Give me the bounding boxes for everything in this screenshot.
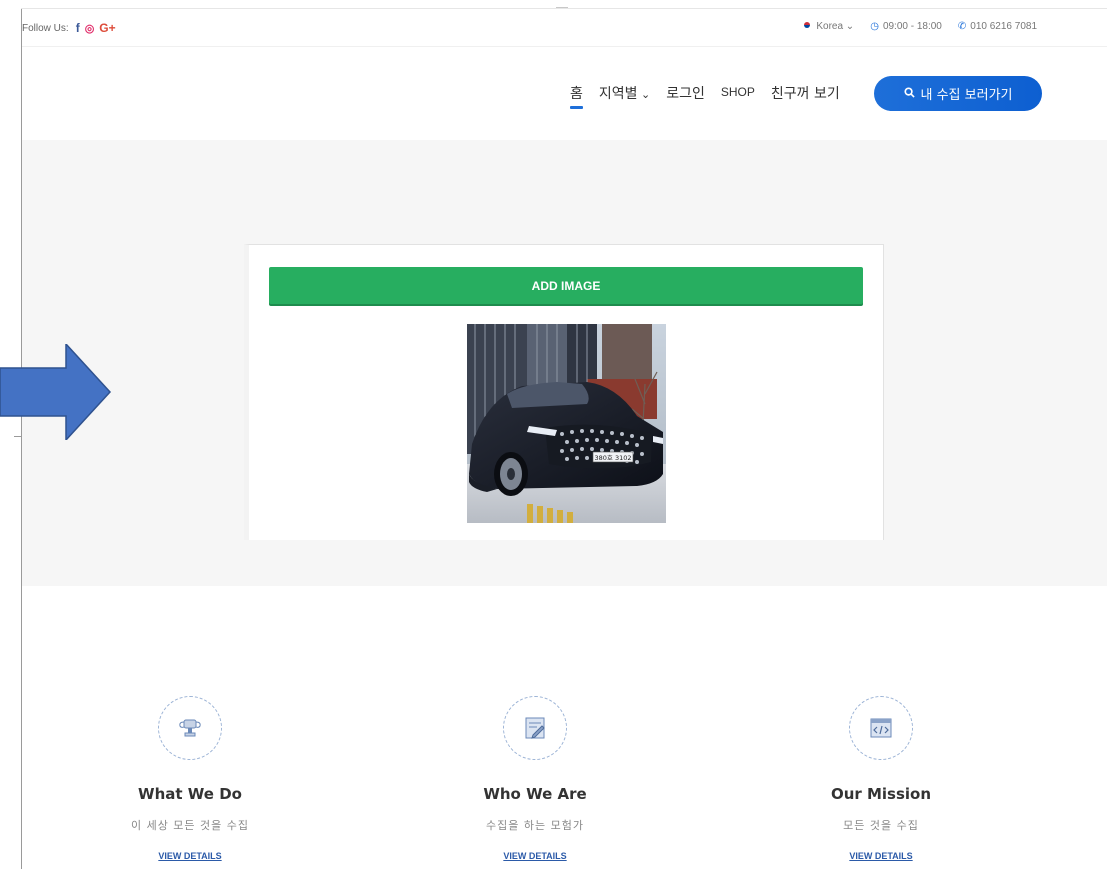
nav-item-shop[interactable]: SHOP	[721, 83, 755, 103]
feature-desc: 이 세상 모든 것을 수집	[130, 819, 250, 832]
feature-our-mission: Our Mission 모든 것을 수집 VIEW DETAILS	[761, 696, 1001, 863]
phone-icon: ✆	[957, 21, 967, 32]
main-nav: 홈 지역별 ⌄ 로그인 SHOP 친구꺼 보기	[570, 83, 840, 109]
nav-item-region-label: 지역별	[598, 86, 638, 102]
nav-item-friends[interactable]: 친구꺼 보기	[771, 83, 840, 103]
view-details-link[interactable]: VIEW DETAILS	[503, 851, 566, 861]
search-icon	[903, 86, 915, 101]
view-details-link[interactable]: VIEW DETAILS	[158, 851, 221, 861]
hours-info: ◷ 09:00 - 18:00	[870, 21, 942, 32]
license-plate-text: 380호 3102	[595, 454, 632, 462]
feature-what-we-do: What We Do 이 세상 모든 것을 수집 VIEW DETAILS	[70, 696, 310, 863]
nav-item-home[interactable]: 홈	[570, 83, 583, 109]
nav-item-region[interactable]: 지역별 ⌄	[599, 83, 650, 103]
instagram-icon[interactable]: ◎	[85, 22, 95, 35]
car-photo: 380호 3102	[467, 324, 666, 523]
nav-item-login[interactable]: 로그인	[666, 83, 705, 103]
code-window-icon	[870, 718, 892, 738]
top-divider-mark	[556, 7, 568, 8]
follow-us: Follow Us: f ◎ G+	[22, 21, 116, 35]
language-label: Korea	[816, 21, 844, 32]
feature-icon-circle	[849, 696, 913, 760]
hours-label: 09:00 - 18:00	[882, 21, 942, 32]
feature-desc: 수집을 하는 모험가	[486, 819, 584, 832]
feature-icon-circle	[503, 696, 567, 760]
phone-info: ✆ 010 6216 7081	[958, 21, 1037, 32]
my-collection-button[interactable]: 내 수집 보러가기	[874, 76, 1042, 111]
top-bar: Follow Us: f ◎ G+ Korea ⌄ ◷ 09:00 - 18:00…	[22, 9, 1107, 47]
phone-label: 010 6216 7081	[970, 21, 1037, 32]
feature-icon-circle	[158, 696, 222, 760]
facebook-icon[interactable]: f	[76, 21, 80, 35]
feature-who-we-are: Who We Are 수집을 하는 모험가 VIEW DETAILS	[415, 696, 655, 863]
feature-title: Our Mission	[830, 785, 932, 803]
top-bar-info: Korea ⌄ ◷ 09:00 - 18:00 ✆ 010 6216 7081	[802, 21, 1037, 32]
my-collection-label: 내 수집 보러가기	[920, 88, 1013, 103]
edit-document-icon	[525, 717, 545, 739]
korea-flag-icon	[802, 21, 812, 29]
feature-title: What We Do	[138, 785, 242, 803]
google-plus-icon[interactable]: G+	[99, 21, 115, 35]
clock-icon: ◷	[870, 21, 879, 32]
chevron-down-icon: ⌄	[637, 88, 651, 101]
add-image-button[interactable]: ADD IMAGE	[269, 267, 863, 304]
feature-desc: 모든 것을 수집	[843, 819, 919, 832]
right-arrow-icon	[0, 344, 112, 440]
feature-title: Who We Are	[483, 785, 587, 803]
follow-label: Follow Us:	[22, 22, 69, 34]
trophy-icon	[179, 719, 201, 737]
language-selector[interactable]: Korea ⌄	[802, 21, 854, 32]
view-details-link[interactable]: VIEW DETAILS	[849, 851, 912, 861]
